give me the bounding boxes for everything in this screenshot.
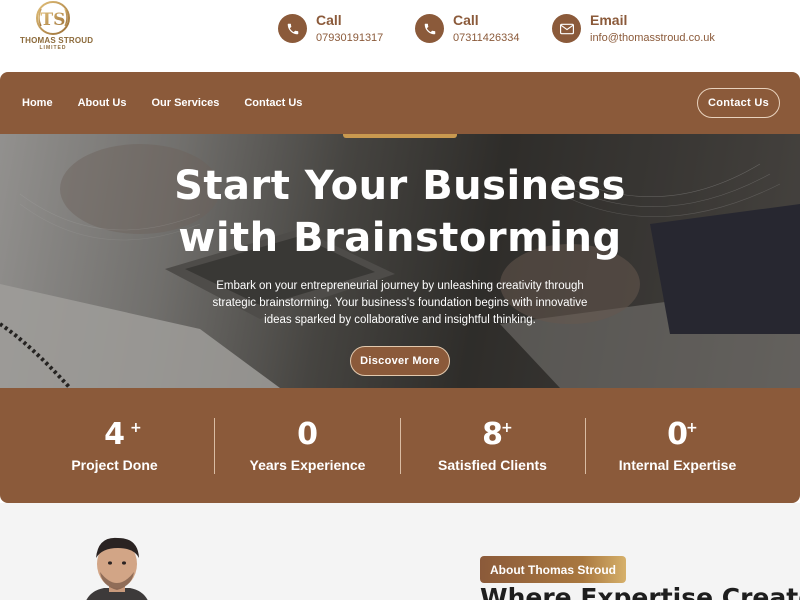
stat-suffix: + bbox=[686, 420, 698, 436]
phone-icon bbox=[415, 14, 444, 43]
hero-section: Start Your Business with Brainstorming E… bbox=[0, 134, 800, 388]
laurel-monogram-icon: TS bbox=[36, 1, 70, 35]
stat-value: 8 bbox=[482, 417, 503, 452]
nav-contact-us[interactable]: Contact Us bbox=[244, 97, 302, 109]
about-badge: About Thomas Stroud bbox=[480, 556, 626, 583]
logo-name: THOMAS STROUD bbox=[20, 36, 94, 45]
person-photo bbox=[74, 536, 160, 600]
contact-us-button[interactable]: Contact Us bbox=[697, 88, 780, 118]
stat-label: Project Done bbox=[71, 457, 158, 473]
stat-value: 4 bbox=[104, 417, 125, 452]
contact-title: Call bbox=[316, 12, 342, 28]
nav-about-us[interactable]: About Us bbox=[78, 97, 127, 109]
stat-value: 0 bbox=[297, 417, 318, 452]
hero-description: Embark on your entrepreneurial journey b… bbox=[212, 280, 588, 326]
contact-title: Email bbox=[590, 12, 628, 28]
about-section: About Thomas Stroud Where Expertise Crea… bbox=[0, 503, 800, 600]
phone-icon bbox=[278, 14, 307, 43]
stat-suffix: + bbox=[501, 420, 513, 436]
stat-suffix: + bbox=[130, 420, 142, 436]
nav-home[interactable]: Home bbox=[22, 97, 53, 109]
contact-title: Call bbox=[453, 12, 479, 28]
logo-monogram: TS bbox=[41, 10, 66, 30]
stat-label: Years Experience bbox=[249, 457, 366, 473]
stat-internal-expertise: 0 + Internal Expertise bbox=[585, 388, 770, 503]
discover-more-button[interactable]: Discover More bbox=[350, 346, 450, 376]
stat-satisfied-clients: 8 + Satisfied Clients bbox=[400, 388, 585, 503]
contact-email-address[interactable]: info@thomasstroud.co.uk bbox=[590, 32, 715, 44]
stat-project-done: 4 + Project Done bbox=[22, 388, 207, 503]
nav-links: Home About Us Our Services Contact Us bbox=[22, 72, 327, 134]
hero-title: Start Your Business with Brainstorming bbox=[0, 160, 800, 264]
contact-phone[interactable]: 07311426334 bbox=[453, 32, 519, 44]
about-heading: Where Expertise Creates bbox=[480, 583, 800, 600]
contact-phone[interactable]: 07930191317 bbox=[316, 32, 383, 44]
top-contact-bar: TS THOMAS STROUD LIMITED Call 0793019131… bbox=[0, 0, 800, 72]
hero-title-line-2: with Brainstorming bbox=[178, 215, 622, 261]
nav-our-services[interactable]: Our Services bbox=[151, 97, 219, 109]
envelope-icon bbox=[552, 14, 581, 43]
stats-bar: 4 + Project Done 0 Years Experience 8 + … bbox=[0, 388, 800, 503]
stat-label: Internal Expertise bbox=[618, 457, 737, 473]
logo-subtitle: LIMITED bbox=[39, 45, 67, 51]
stat-value: 0 bbox=[667, 417, 688, 452]
stat-label: Satisfied Clients bbox=[438, 457, 547, 473]
hero-title-line-1: Start Your Business bbox=[174, 163, 626, 209]
main-navigation: Home About Us Our Services Contact Us Co… bbox=[0, 72, 800, 134]
logo[interactable]: TS THOMAS STROUD LIMITED bbox=[20, 0, 94, 56]
stat-years-experience: 0 Years Experience bbox=[215, 388, 400, 503]
hero-accent-bar bbox=[343, 134, 457, 138]
